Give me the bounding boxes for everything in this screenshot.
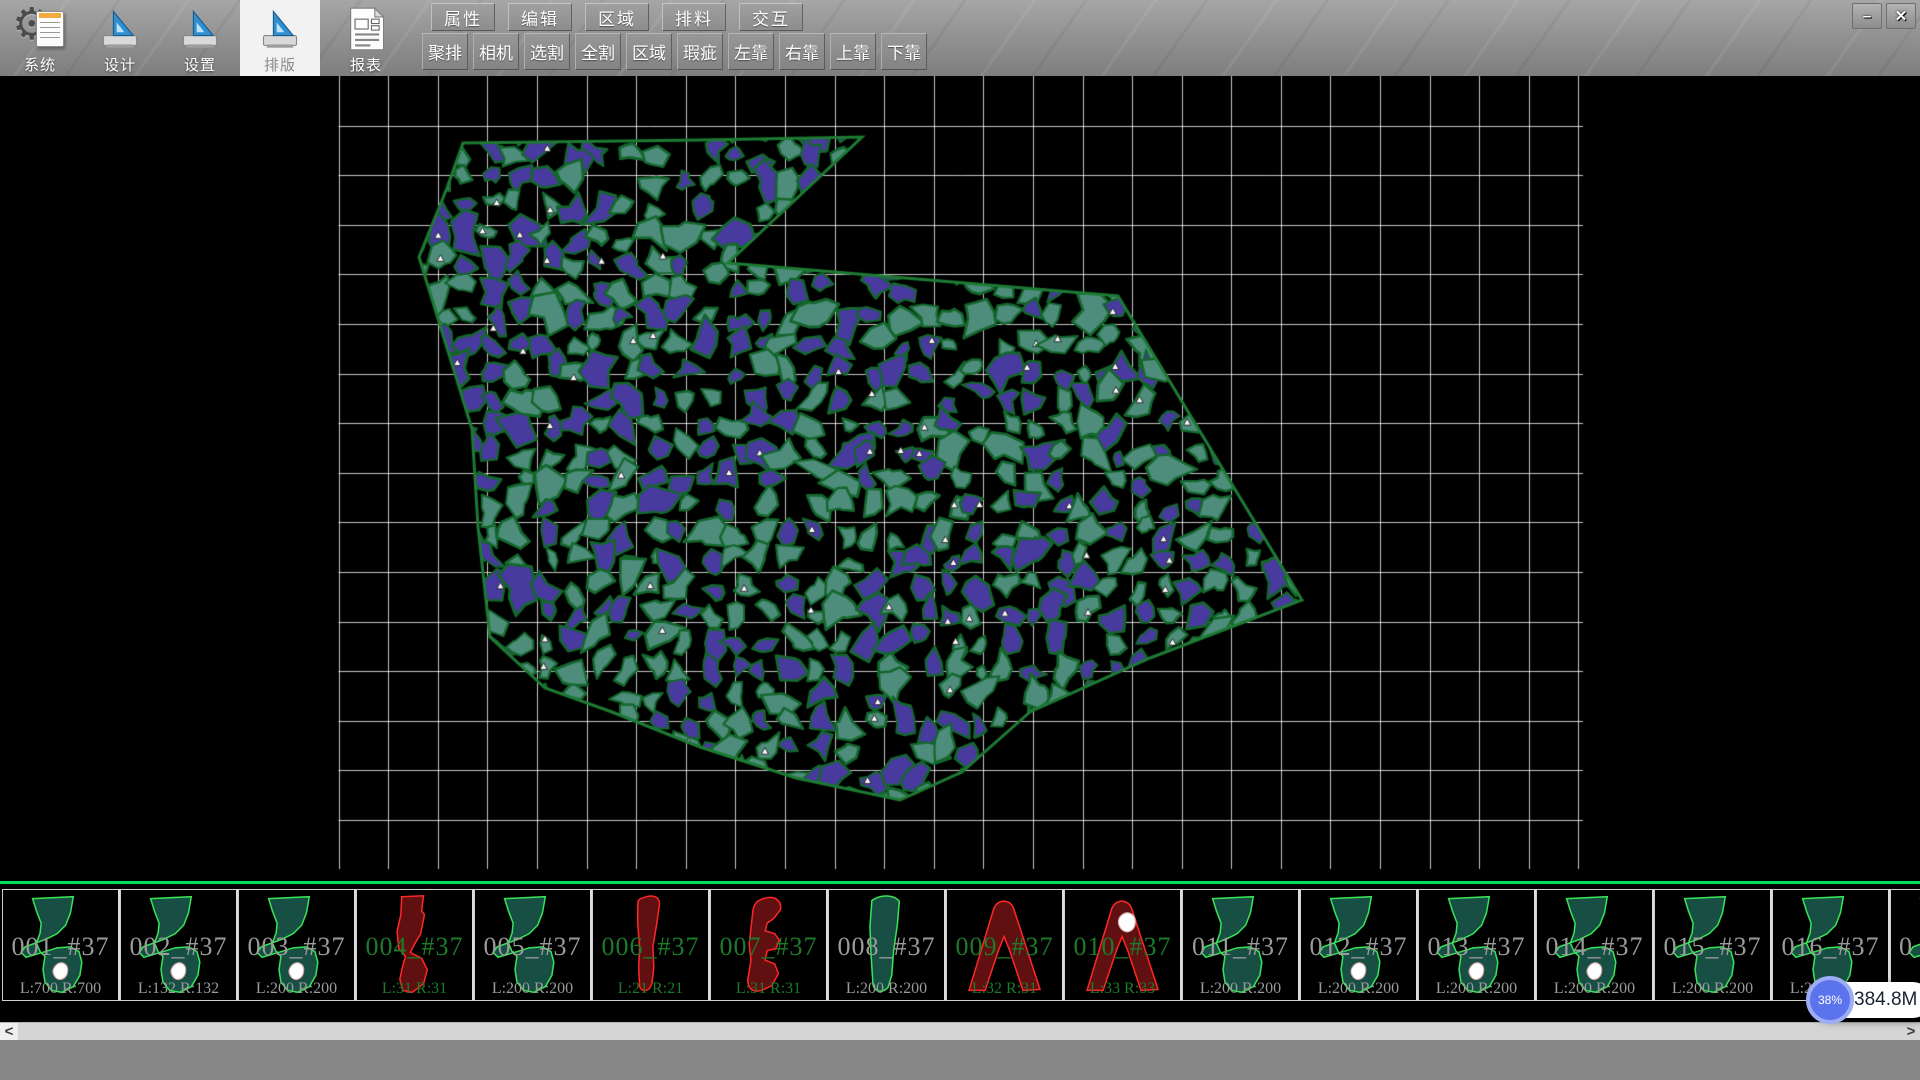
scroll-left-arrow-icon[interactable]: < [0,1023,18,1040]
piece-thumbnail-strip: 001_#37 L:700 R:700002_#37 L:132 R:132003_… [0,881,1920,1008]
tool-button-瑕疵[interactable]: 瑕疵 [677,33,723,70]
tool-button-下靠[interactable]: 下靠 [881,33,927,70]
app-tab-label: 设计 [104,54,136,75]
piece-lr-count-label: L:200 R:200 [829,980,944,998]
ruler-icon [257,7,303,51]
piece-name-label: 007_#37 [711,932,826,962]
piece-thumbnail-013_#37[interactable]: 013_#37 L:200 R:200 [1418,889,1536,1001]
piece-name-label: 014_#37 [1537,932,1652,962]
piece-name-label: 015_#37 [1655,932,1770,962]
piece-thumbnail-002_#37[interactable]: 002_#37 L:132 R:132 [120,889,238,1001]
piece-lr-count-label: L:200 R:200 [1655,980,1770,998]
menu-button-交互[interactable]: 交互 [739,3,803,31]
piece-lr-count-label: L:200 R:200 [1537,980,1652,998]
piece-thumbnail-003_#37[interactable]: 003_#37 L:200 R:200 [238,889,356,1001]
app-tab-设计[interactable]: 设计 [80,0,160,76]
tool-button-右靠[interactable]: 右靠 [779,33,825,70]
piece-thumbnail-007_#37[interactable]: 007_#37 L:31 R:31 [710,889,828,1001]
piece-name-label: 0 [1891,932,1920,962]
piece-thumbnail-list: 001_#37 L:700 R:700002_#37 L:132 R:132003_… [2,889,1920,1001]
piece-name-label: 006_#37 [593,932,708,962]
piece-name-label: 005_#37 [475,932,590,962]
menu-button-属性[interactable]: 属性 [431,3,495,31]
tool-button-选割[interactable]: 选割 [524,33,570,70]
piece-lr-count-label: L:200 R:200 [1301,980,1416,998]
piece-lr-count-label: L:32 R:31 [947,980,1062,998]
app-launcher-row: ⚙系统设计设置排版报表 [0,0,406,76]
report-icon [344,6,388,52]
app-tab-label: 排版 [264,54,296,75]
app-tab-label: 设置 [184,54,216,75]
strip-divider-line [0,881,1920,884]
piece-name-label: 011_#37 [1183,932,1298,962]
piece-name-label: 002_#37 [121,932,236,962]
piece-thumbnail-011_#37[interactable]: 011_#37 L:200 R:200 [1182,889,1300,1001]
piece-lr-count-label: L:132 R:132 [121,980,236,998]
memory-usage-label: 384.8M [1854,989,1917,1011]
tool-button-全割[interactable]: 全割 [575,33,621,70]
tool-button-左靠[interactable]: 左靠 [728,33,774,70]
piece-name-label: 004_#37 [357,932,472,962]
piece-lr-count-label: L:200 R:200 [1419,980,1534,998]
ruler-icon [177,7,223,51]
nesting-app-window: ⚙系统设计设置排版报表 属性编辑区域排料交互 聚排相机选割全割区域瑕疵左靠右靠上… [0,0,1920,1080]
piece-lr-count-label: L:200 R:200 [1183,980,1298,998]
piece-thumbnail-009_#37[interactable]: 009_#37 L:32 R:31 [946,889,1064,1001]
piece-thumbnail-010_#37[interactable]: 010_#37 L:33 R:33 [1064,889,1182,1001]
piece-lr-count-label: L:200 R:200 [475,980,590,998]
piece-thumbnail-006_#37[interactable]: 006_#37 L:21 R:21 [592,889,710,1001]
progress-percent-badge: 38% [1806,976,1854,1024]
minimize-button[interactable]: – [1852,3,1882,29]
menu-button-排料[interactable]: 排料 [662,3,726,31]
app-tab-系统[interactable]: ⚙系统 [0,0,80,76]
piece-thumbnail-004_#37[interactable]: 004_#37 L:31 R:31 [356,889,474,1001]
menu-row: 属性编辑区域排料交互 [431,3,803,31]
piece-thumbnail-001_#37[interactable]: 001_#37 L:700 R:700 [2,889,120,1001]
memory-status-badge: 38% 384.8M [1812,982,1920,1018]
tool-button-相机[interactable]: 相机 [473,33,519,70]
app-tab-label: 报表 [350,54,382,75]
horizontal-scrollbar[interactable]: < > [0,1022,1920,1040]
window-footer [0,1040,1920,1080]
piece-name-label: 003_#37 [239,932,354,962]
piece-thumbnail-014_#37[interactable]: 014_#37 L:200 R:200 [1536,889,1654,1001]
app-tab-报表[interactable]: 报表 [326,0,406,76]
piece-lr-count-label: L:21 R:21 [593,980,708,998]
piece-name-label: 012_#37 [1301,932,1416,962]
piece-name-label: 001_#37 [3,932,118,962]
piece-name-label: 016_#37 [1773,932,1888,962]
piece-name-label: 013_#37 [1419,932,1534,962]
app-tab-设置[interactable]: 设置 [160,0,240,76]
piece-thumbnail-008_#37[interactable]: 008_#37 L:200 R:200 [828,889,946,1001]
piece-name-label: 009_#37 [947,932,1062,962]
app-tab-label: 系统 [24,54,56,75]
piece-lr-count-label: L:200 R:200 [239,980,354,998]
piece-thumbnail-005_#37[interactable]: 005_#37 L:200 R:200 [474,889,592,1001]
piece-lr-count-label: L:31 R:31 [711,980,826,998]
system-gear-icon: ⚙ [14,5,66,53]
tool-button-聚排[interactable]: 聚排 [422,33,468,70]
piece-lr-count-label: L:33 R:33 [1065,980,1180,998]
piece-name-label: 010_#37 [1065,932,1180,962]
piece-lr-count-label: L:31 R:31 [357,980,472,998]
scroll-right-arrow-icon[interactable]: > [1902,1023,1920,1040]
nesting-canvas[interactable] [0,76,1920,881]
piece-name-label: 008_#37 [829,932,944,962]
tool-button-上靠[interactable]: 上靠 [830,33,876,70]
close-button[interactable]: ✕ [1886,3,1916,29]
piece-thumbnail-012_#37[interactable]: 012_#37 L:200 R:200 [1300,889,1418,1001]
window-controls: – ✕ [1852,3,1916,29]
menu-button-编辑[interactable]: 编辑 [508,3,572,31]
ruler-icon [97,7,143,51]
tool-row: 聚排相机选割全割区域瑕疵左靠右靠上靠下靠 [422,33,927,70]
menu-button-区域[interactable]: 区域 [585,3,649,31]
piece-lr-count-label: L:700 R:700 [3,980,118,998]
piece-thumbnail-015_#37[interactable]: 015_#37 L:200 R:200 [1654,889,1772,1001]
tool-button-区域[interactable]: 区域 [626,33,672,70]
app-tab-排版[interactable]: 排版 [240,0,320,76]
